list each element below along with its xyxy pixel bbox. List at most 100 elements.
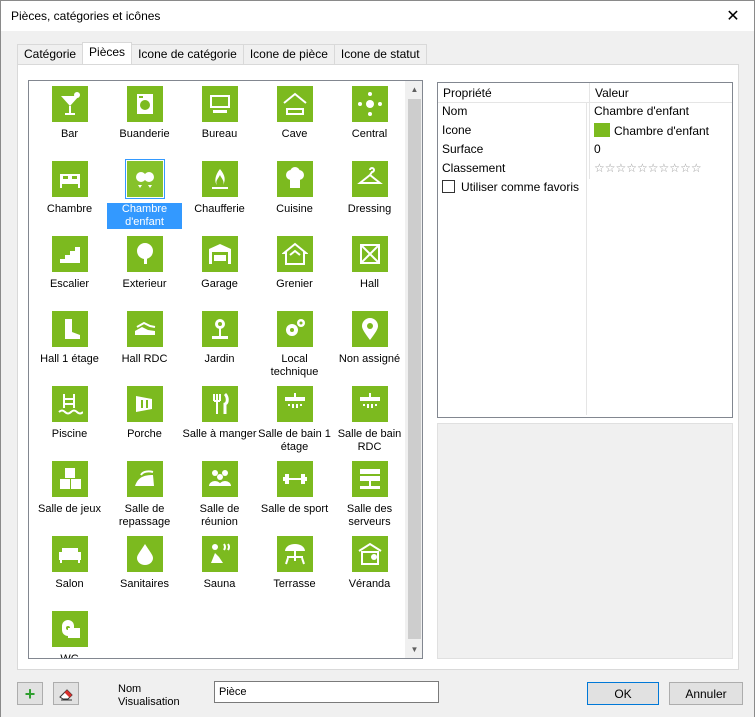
vertical-scrollbar[interactable]: ▲ ▼ [405, 81, 422, 658]
shoes-icon [126, 311, 163, 347]
room-item-label: Salle de bain RDC [337, 428, 402, 453]
attic-icon [276, 236, 313, 272]
scroll-down-icon[interactable]: ▼ [406, 641, 422, 658]
scroll-thumb[interactable] [408, 99, 421, 639]
room-item[interactable]: Escalier [32, 235, 107, 310]
room-item-label: Chambre d'enfant [107, 203, 182, 229]
room-item[interactable]: Terrasse [257, 535, 332, 610]
plus-icon: + [24, 683, 36, 704]
room-item[interactable]: Central [332, 85, 407, 160]
room-item[interactable]: Salle de jeux [32, 460, 107, 535]
cocktail-icon [51, 86, 88, 122]
iron-icon [126, 461, 163, 497]
property-value[interactable]: 0 [590, 141, 732, 160]
room-item[interactable]: Exterieur [107, 235, 182, 310]
dumbbell-icon [276, 461, 313, 497]
room-item[interactable]: Hall [332, 235, 407, 310]
location-pin-icon [351, 311, 388, 347]
room-item[interactable]: Cave [257, 85, 332, 160]
nom-visualisation-input[interactable] [214, 681, 439, 703]
room-item[interactable]: Salle à manger [182, 385, 257, 460]
rating-stars[interactable]: ☆☆☆☆☆☆☆☆☆☆ [590, 160, 732, 179]
shower-icon [276, 386, 313, 422]
room-item[interactable]: Porche [107, 385, 182, 460]
room-item[interactable]: Salle de bain 1 étage [257, 385, 332, 460]
room-item-label: Escalier [49, 278, 90, 290]
people-icon [201, 461, 238, 497]
room-item[interactable]: Salle de sport [257, 460, 332, 535]
computer-icon [201, 86, 238, 122]
room-item[interactable]: Sanitaires [107, 535, 182, 610]
room-icon-list[interactable]: Bar Buanderie Bureau Cave Central Chambre Cham… [28, 80, 423, 659]
column-divider [586, 103, 587, 415]
room-item[interactable]: Salon [32, 535, 107, 610]
favorite-cell: Utiliser comme favoris [438, 179, 590, 198]
room-item-label: Piscine [51, 428, 88, 440]
room-item-label: Dressing [347, 203, 392, 215]
room-item[interactable]: Salle de réunion [182, 460, 257, 535]
room-item[interactable]: Chambre d'enfant [107, 159, 182, 235]
flame-icon [201, 161, 238, 197]
room-item[interactable]: Jardin [182, 310, 257, 385]
property-row-surface[interactable]: Surface 0 [438, 141, 732, 160]
room-item[interactable]: Salle de repassage [107, 460, 182, 535]
room-item[interactable]: Chaufferie [182, 160, 257, 235]
gears-icon [276, 311, 313, 347]
room-item[interactable]: Salle de bain RDC [332, 385, 407, 460]
room-item[interactable]: Non assigné [332, 310, 407, 385]
room-item[interactable]: Hall RDC [107, 310, 182, 385]
add-button[interactable]: + [17, 682, 43, 705]
room-item-label: Véranda [348, 578, 391, 590]
room-item-label: Salle des serveurs [346, 503, 393, 528]
room-item-label: Sauna [203, 578, 236, 590]
room-item-label: Salle de réunion [199, 503, 240, 528]
abc-blocks-icon [51, 461, 88, 497]
room-item-label: Non assigné [338, 353, 401, 365]
property-row-nom[interactable]: Nom Chambre d'enfant [438, 103, 732, 122]
property-row-classement[interactable]: Classement ☆☆☆☆☆☆☆☆☆☆ [438, 160, 732, 179]
close-button[interactable]: ✕ [718, 4, 748, 28]
property-value[interactable]: Chambre d'enfant [590, 103, 732, 122]
room-item[interactable]: Bureau [182, 85, 257, 160]
room-item[interactable]: Véranda [332, 535, 407, 610]
property-row-icone[interactable]: Icone Chambre d'enfant [438, 122, 732, 141]
property-name: Icone [438, 122, 590, 141]
icon-preview-panel [437, 423, 733, 659]
room-item[interactable]: Salle des serveurs [332, 460, 407, 535]
room-item-label: Bureau [201, 128, 238, 140]
garage-icon [201, 236, 238, 272]
room-item-label: Local technique [270, 353, 319, 378]
cellar-icon [276, 86, 313, 122]
room-item[interactable]: Buanderie [107, 85, 182, 160]
room-item[interactable]: Dressing [332, 160, 407, 235]
scroll-up-icon[interactable]: ▲ [406, 81, 422, 98]
parasol-icon [276, 536, 313, 572]
washing-machine-icon [126, 86, 163, 122]
property-value-icon[interactable]: Chambre d'enfant [590, 122, 732, 141]
room-item[interactable]: Bar [32, 85, 107, 160]
room-item[interactable]: Cuisine [257, 160, 332, 235]
room-item-label: Salle de sport [260, 503, 329, 515]
room-grid: Bar Buanderie Bureau Cave Central Chambre Cham… [29, 81, 406, 658]
room-item[interactable]: Sauna [182, 535, 257, 610]
room-item[interactable]: WC [32, 610, 107, 658]
room-item[interactable]: Grenier [257, 235, 332, 310]
tab-4[interactable]: Icone de statut [333, 44, 427, 64]
property-row-favoris[interactable]: Utiliser comme favoris [438, 179, 732, 198]
tab-0[interactable]: Catégorie [17, 44, 84, 64]
room-item[interactable]: Chambre [32, 160, 107, 235]
room-item[interactable]: Hall 1 étage [32, 310, 107, 385]
room-item[interactable]: Piscine [32, 385, 107, 460]
tab-2[interactable]: Icone de catégorie [131, 44, 244, 64]
room-item[interactable]: Local technique [257, 310, 332, 385]
ok-button[interactable]: OK [587, 682, 659, 705]
favorite-label: Utiliser comme favoris [461, 180, 580, 194]
tab-3[interactable]: Icone de pièce [242, 44, 335, 64]
room-item[interactable]: Garage [182, 235, 257, 310]
tab-1[interactable]: Pièces [82, 42, 133, 64]
cancel-button[interactable]: Annuler [669, 682, 743, 705]
favorite-checkbox[interactable] [442, 180, 455, 193]
eraser-button[interactable] [53, 682, 79, 705]
room-item-label: Salle de bain 1 étage [258, 428, 331, 453]
sauna-icon [201, 536, 238, 572]
